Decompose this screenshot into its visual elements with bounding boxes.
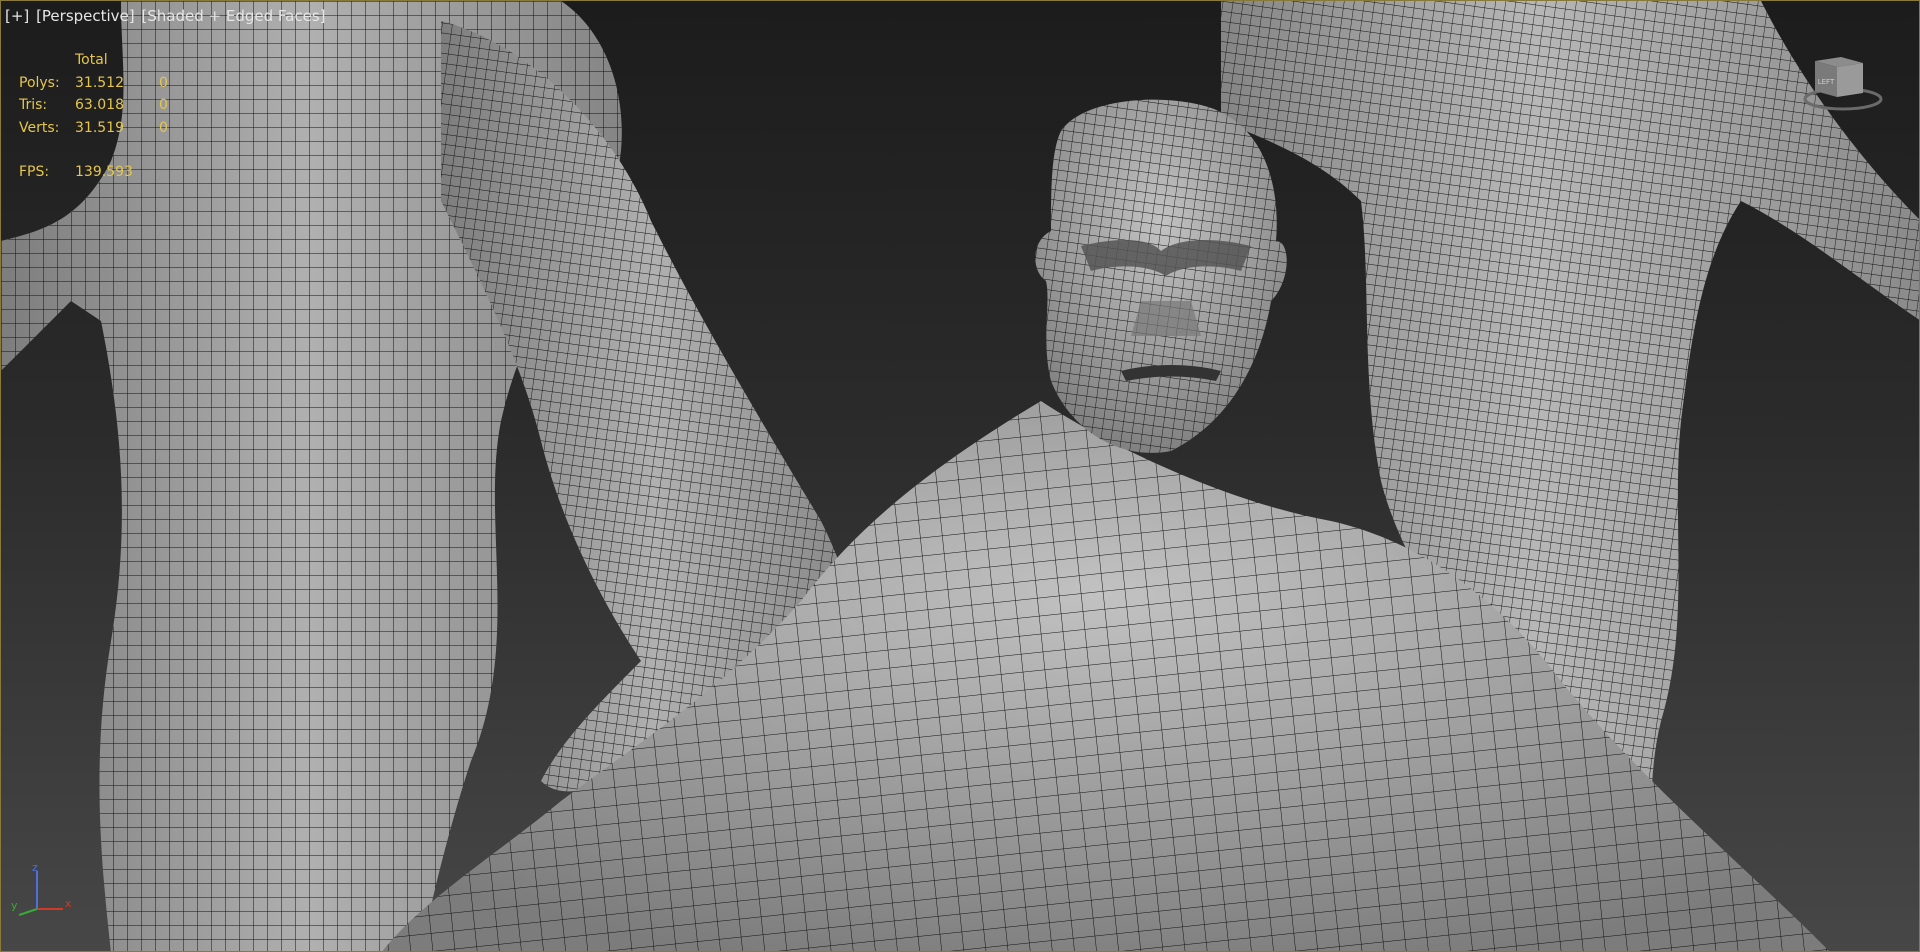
axis-x-label: x — [65, 897, 72, 910]
stats-selected: 0 — [159, 97, 168, 113]
viewport-view-menu[interactable]: [Perspective] — [36, 7, 135, 25]
viewport-shading-menu[interactable]: [Shaded + Edged Faces] — [141, 7, 325, 25]
stats-row-fps: FPS: 139.593 — [19, 161, 168, 184]
stats-row-tris: Tris: 63.018 0 — [19, 94, 168, 117]
stats-total: 31.512 — [75, 74, 124, 91]
fps-value: 139.593 — [75, 164, 133, 180]
stats-row-polys: Polys: 31.512 0 — [19, 72, 168, 95]
stats-label: Tris: — [19, 97, 48, 113]
viewport-plus-menu[interactable]: [+] — [5, 7, 29, 25]
3d-viewport[interactable]: [+] [Perspective] [Shaded + Edged Faces]… — [0, 0, 1920, 952]
stats-selected: 0 — [159, 74, 168, 91]
fps-label: FPS: — [19, 164, 50, 180]
stats-total: 63.018 — [75, 97, 124, 113]
stats-label: Polys: — [19, 74, 60, 91]
axis-tripod: z x y — [11, 863, 72, 916]
viewcube-widget[interactable]: LEFT — [1797, 55, 1883, 119]
stats-total: 31.519 — [75, 119, 124, 136]
stats-label: Verts: — [19, 119, 60, 136]
stats-selected: 0 — [159, 119, 168, 136]
viewcube-front-face[interactable] — [1837, 63, 1863, 97]
mesh-figure-center-head[interactable] — [1035, 99, 1287, 453]
stats-row-verts: Verts: 31.519 0 — [19, 117, 168, 140]
statistics-overlay: Total Polys: 31.512 0 Tris: 63.018 0 Ver… — [19, 49, 168, 184]
scene-render[interactable] — [1, 1, 1920, 952]
viewport-label-menu[interactable]: [+] [Perspective] [Shaded + Edged Faces] — [5, 7, 328, 25]
axis-y-label: y — [11, 899, 18, 912]
viewcube-face-label: LEFT — [1818, 78, 1835, 86]
stats-header: Total — [75, 52, 108, 68]
axis-z-label: z — [32, 863, 38, 874]
